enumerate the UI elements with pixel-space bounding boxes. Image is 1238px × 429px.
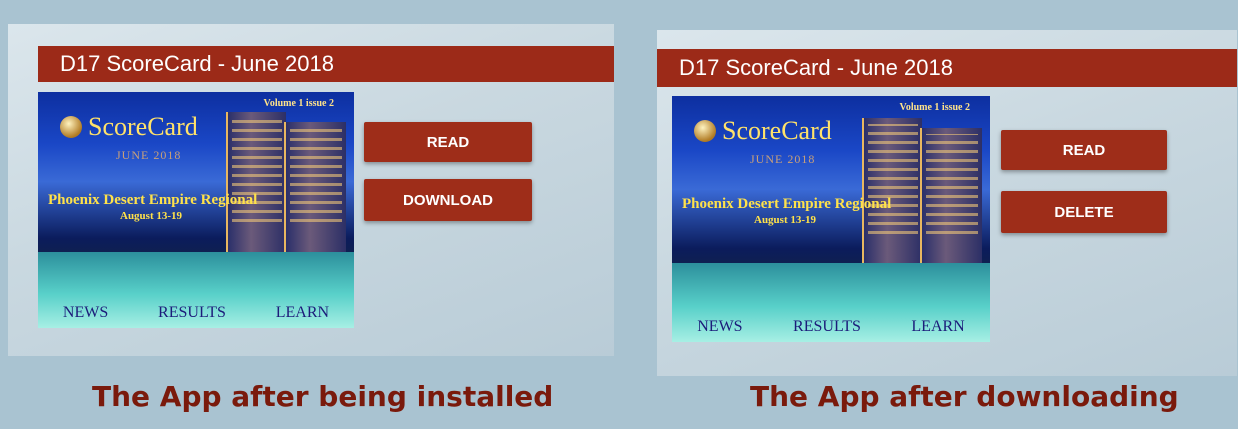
hotel-tower-graphic: [226, 112, 286, 262]
cover-volume: Volume 1 issue 2: [263, 98, 334, 109]
cover-month: JUNE 2018: [116, 148, 182, 162]
cover-nav: NEWS RESULTS LEARN: [672, 318, 990, 336]
cover-event: Phoenix Desert Empire Regional: [682, 196, 892, 212]
hotel-tower-graphic: [920, 128, 982, 274]
cover-logo: ScoreCard: [694, 116, 832, 146]
cover-event: Phoenix Desert Empire Regional: [48, 192, 258, 208]
cover-logo: ScoreCard: [60, 112, 198, 142]
delete-button[interactable]: DELETE: [1001, 191, 1167, 233]
cover-nav-news: NEWS: [62, 304, 109, 321]
read-button[interactable]: READ: [1001, 130, 1167, 170]
cover-title: ScoreCard: [88, 112, 198, 141]
cover-dates: August 13-19: [754, 214, 817, 226]
cover-nav: NEWS RESULTS LEARN: [38, 304, 354, 322]
app-title-bar: D17 ScoreCard - June 2018: [657, 49, 1237, 87]
cover-nav-results: RESULTS: [793, 318, 861, 335]
cover-nav-learn: LEARN: [911, 318, 965, 335]
app-title-bar: D17 ScoreCard - June 2018: [38, 46, 614, 82]
caption-downloaded: The App after downloading: [750, 380, 1179, 413]
cover-nav-results: RESULTS: [158, 304, 226, 321]
cover-dates: August 13-19: [120, 210, 183, 222]
cover-month: JUNE 2018: [750, 152, 816, 166]
cover-title: ScoreCard: [722, 116, 832, 145]
scorecard-cover-image[interactable]: Volume 1 issue 2 ScoreCard JUNE 2018 Pho…: [38, 92, 354, 328]
hotel-tower-graphic: [284, 122, 346, 262]
cover-nav-news: NEWS: [697, 318, 743, 335]
app-screen-downloaded: D17 ScoreCard - June 2018 Volume 1 issue…: [657, 30, 1237, 376]
scorecard-cover-image[interactable]: Volume 1 issue 2 ScoreCard JUNE 2018 Pho…: [672, 96, 990, 342]
caption-installed: The App after being installed: [92, 380, 554, 413]
cover-nav-learn: LEARN: [275, 304, 330, 321]
spade-icon: [60, 116, 82, 138]
app-screen-installed: D17 ScoreCard - June 2018 Volume 1 issue…: [8, 24, 614, 356]
read-button[interactable]: READ: [364, 122, 532, 162]
cover-volume: Volume 1 issue 2: [899, 102, 970, 113]
download-button[interactable]: DOWNLOAD: [364, 179, 532, 221]
spade-icon: [694, 120, 716, 142]
